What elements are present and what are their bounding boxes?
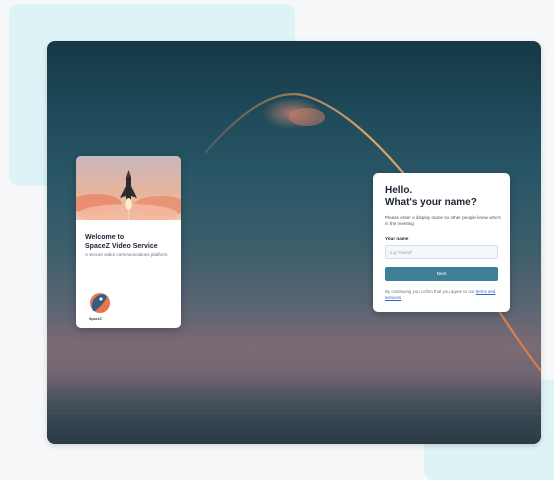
consent-prefix: By continuing you cofirm that you agree … <box>385 289 475 294</box>
display-name-input[interactable] <box>385 245 498 259</box>
consent-text: By continuing you cofirm that you agree … <box>385 289 503 301</box>
your-name-label: Your name <box>385 236 409 241</box>
next-button[interactable]: Next <box>385 267 498 281</box>
display-name-card: Hello. What's your name? Please enter a … <box>373 173 510 312</box>
rocket-logo-icon <box>90 293 110 313</box>
welcome-title-line1: Welcome to <box>85 234 125 241</box>
display-name-description: Please enter a display name so other peo… <box>385 215 501 226</box>
greeting-line1: Hello. <box>385 185 413 196</box>
welcome-subtitle: A secure video communications platform. <box>85 252 169 257</box>
greeting-heading: Hello. What's your name? <box>385 185 505 209</box>
logo-text: SpaceZ <box>89 317 102 321</box>
welcome-title: Welcome to SpaceZ Video Service <box>85 233 177 251</box>
welcome-card: Welcome to SpaceZ Video Service A secure… <box>76 156 181 328</box>
shuttle-launch-image <box>76 156 181 220</box>
greeting-line2: What's your name? <box>385 197 477 208</box>
welcome-title-line2: SpaceZ Video Service <box>85 243 158 250</box>
